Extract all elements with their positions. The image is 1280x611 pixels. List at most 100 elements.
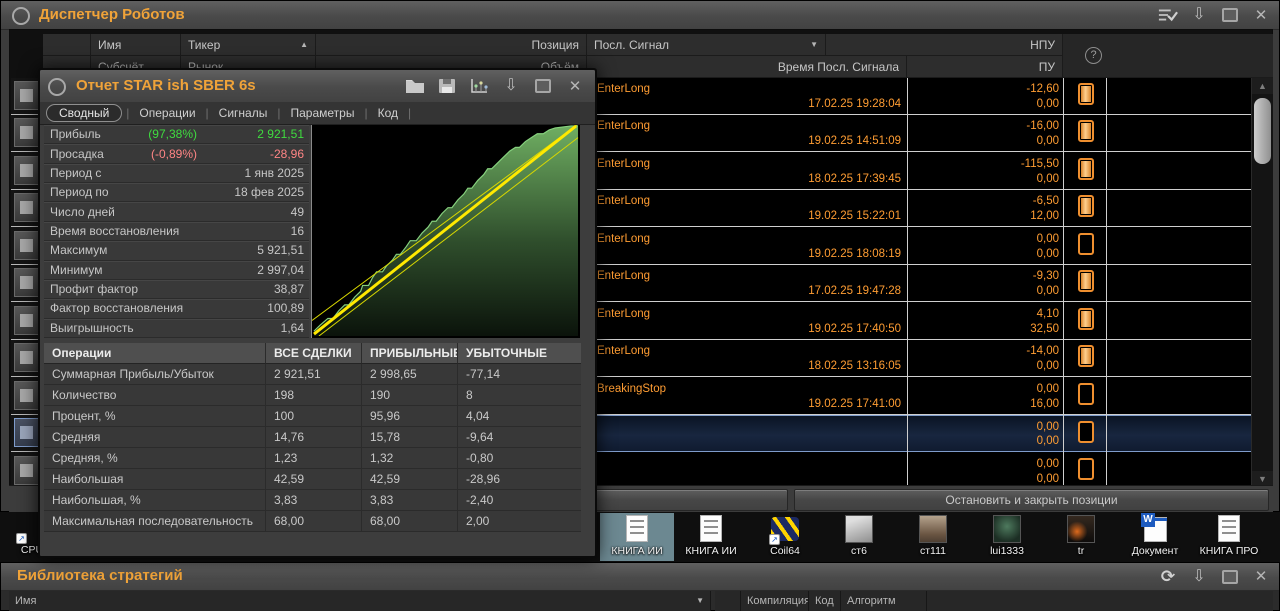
desktop-icon-label: КНИГА ПРО	[1200, 545, 1259, 557]
column-header-name[interactable]: Имя	[91, 34, 181, 56]
restore-icon[interactable]	[1220, 5, 1240, 25]
desktop-icons: КНИГА ИИКНИГА ИИ↗Coil64ст6ст111lui1333tr…	[600, 513, 1266, 561]
close-icon[interactable]: ✕	[1251, 5, 1271, 25]
stat-row: Просадка(-0,89%)-28,96	[44, 144, 309, 163]
scrollbar-thumb[interactable]	[1254, 98, 1271, 164]
robot-row-button[interactable]	[14, 156, 39, 185]
desktop-icon-книга-ии[interactable]: КНИГА ИИ	[674, 513, 748, 561]
sort-desc-icon: ▼	[696, 591, 704, 611]
battery-icon	[1078, 120, 1094, 142]
desktop-icon-label: lui1333	[990, 545, 1024, 557]
pu-value: 32,50	[909, 323, 1059, 335]
column-subheader-signal-time[interactable]: Время Посл. Сигнала	[587, 56, 907, 78]
column-header-npu-label: НПУ	[1030, 38, 1055, 52]
tab-Сводный[interactable]: Сводный	[46, 104, 122, 122]
download-icon[interactable]: ⇩	[501, 76, 521, 96]
restore-icon[interactable]	[533, 76, 553, 96]
tab-Операции[interactable]: Операции	[133, 105, 201, 121]
tab-separator: |	[206, 106, 209, 120]
tab-Сигналы[interactable]: Сигналы	[213, 105, 274, 121]
stat-label: Выигрышность	[50, 321, 134, 335]
operations-cell: Количество	[44, 385, 266, 406]
signal-name: BreakingStop	[597, 383, 666, 395]
shortcut-arrow-icon: ↗	[16, 533, 27, 544]
column-header-name-label: Имя	[98, 38, 121, 52]
column-header-npu[interactable]: НПУ	[826, 34, 1063, 56]
library-column-gap	[715, 591, 741, 611]
robot-row-button[interactable]	[14, 118, 39, 147]
desktop-icon-ст111[interactable]: ст111	[896, 513, 970, 561]
desktop-icon-coil64[interactable]: ↗Coil64	[748, 513, 822, 561]
tab-Код[interactable]: Код	[372, 105, 404, 121]
robot-row-button[interactable]	[14, 343, 39, 372]
operations-row: Процент, %10095,964,04	[44, 406, 581, 427]
stat-label: Максимум	[50, 243, 107, 257]
desktop-icon-документ[interactable]: WДокумент	[1118, 513, 1192, 561]
operations-cell: -2,40	[458, 490, 581, 511]
npu-value: 0,00	[909, 383, 1059, 395]
refresh-icon[interactable]: ⟳	[1158, 567, 1178, 587]
operations-cell: -77,14	[458, 364, 581, 385]
operations-cell: 42,59	[362, 469, 458, 490]
desktop-icon-tr[interactable]: tr	[1044, 513, 1118, 561]
desktop-icon-lui1333[interactable]: lui1333	[970, 513, 1044, 561]
robot-row-button[interactable]	[14, 193, 39, 222]
signal-log-icon[interactable]	[1158, 5, 1178, 25]
tab-Параметры[interactable]: Параметры	[284, 105, 360, 121]
operations-row: Наибольшая, %3,833,83-2,40	[44, 490, 581, 511]
robot-row-button[interactable]	[14, 268, 39, 297]
robot-row-button[interactable]	[14, 81, 39, 110]
stat-label: Фактор восстановления	[50, 301, 183, 315]
stat-row: Время восстановления16	[44, 222, 309, 241]
operations-header-cell: Операции	[44, 343, 266, 364]
stop-and-close-positions-button[interactable]: Остановить и закрыть позиции	[794, 489, 1269, 511]
desktop-icon-книга-ии[interactable]: КНИГА ИИ	[600, 513, 674, 561]
open-folder-icon[interactable]	[405, 76, 425, 96]
column-header-ticker[interactable]: ▲ Тикер	[181, 34, 316, 56]
operations-cell: -28,96	[458, 469, 581, 490]
optimization-icon[interactable]	[469, 76, 489, 96]
restore-icon[interactable]	[1220, 567, 1240, 587]
stat-label: Прибыль	[50, 127, 101, 141]
column-header-last-signal[interactable]: ▼ Посл. Сигнал	[587, 34, 826, 56]
download-icon[interactable]: ⇩	[1189, 567, 1209, 587]
library-column-algorithm[interactable]: Алгоритм	[841, 591, 927, 611]
download-icon[interactable]: ⇩	[1189, 5, 1209, 25]
desktop-icon-label: ст111	[920, 545, 946, 557]
operations-cell: 15,78	[362, 427, 458, 448]
vertical-scrollbar[interactable]: ▲ ▼	[1251, 78, 1273, 487]
main-titlebar: Диспетчер Роботов ⇩ ✕	[1, 1, 1279, 30]
desktop-icon-ст6[interactable]: ст6	[822, 513, 896, 561]
grid-line	[1063, 78, 1064, 487]
stat-value: 100,89	[267, 301, 304, 315]
save-icon[interactable]	[437, 76, 457, 96]
operations-cell: 42,59	[266, 469, 362, 490]
column-header-ticker-label: Тикер	[188, 38, 220, 52]
tab-separator: |	[364, 106, 367, 120]
robot-row-button[interactable]	[14, 381, 39, 410]
column-header-position[interactable]: Позиция	[316, 34, 587, 56]
stat-value: 18 фев 2025	[234, 185, 304, 199]
photo-thumbnail-icon	[919, 515, 947, 543]
operations-cell: Средняя	[44, 427, 266, 448]
column-subheader-pu[interactable]: ПУ	[907, 56, 1063, 78]
stat-value: 38,87	[274, 282, 304, 296]
library-column-compilation[interactable]: Компиляция	[741, 591, 809, 611]
close-icon[interactable]: ✕	[1251, 567, 1271, 587]
help-icon[interactable]: ?	[1085, 47, 1102, 64]
close-icon[interactable]: ✕	[565, 76, 585, 96]
library-column-name[interactable]: ▼ Имя	[9, 591, 711, 611]
operations-cell: 2 921,51	[266, 364, 362, 385]
library-column-code[interactable]: Код	[809, 591, 841, 611]
desktop-icon-книга-про[interactable]: КНИГА ПРО	[1192, 513, 1266, 561]
column-header-position-label: Позиция	[532, 38, 579, 52]
robot-row-button[interactable]	[14, 231, 39, 260]
stat-percent: (97,38%)	[148, 127, 197, 141]
library-column-empty	[927, 591, 1273, 611]
operations-cell: -0,80	[458, 448, 581, 469]
robot-row-button[interactable]	[14, 306, 39, 335]
robot-row-button[interactable]	[14, 456, 39, 485]
npu-value: -14,00	[909, 345, 1059, 357]
robot-row-button[interactable]	[14, 418, 39, 447]
scroll-up-button[interactable]: ▲	[1252, 78, 1273, 94]
